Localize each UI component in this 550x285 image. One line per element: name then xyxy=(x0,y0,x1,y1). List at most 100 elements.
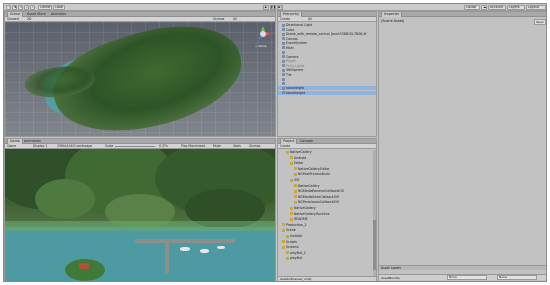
project-item-label: Android xyxy=(294,155,307,160)
project-create-button[interactable]: Create xyxy=(280,144,290,149)
project-subbar: Create xyxy=(278,144,376,149)
project-item-label: NativeGallery.Editor xyxy=(298,166,330,171)
project-item-label: NativeGallery xyxy=(290,150,312,154)
folder-icon xyxy=(294,200,297,204)
project-item[interactable]: NativeGallery.Editor xyxy=(278,167,373,171)
hierarchy-item[interactable] xyxy=(278,50,376,54)
hierarchy-item-label: Main xyxy=(286,45,294,50)
boat xyxy=(180,247,190,251)
gameobject-icon xyxy=(282,23,285,27)
gameobject-icon xyxy=(282,64,285,67)
project-item[interactable]: NativeGallery xyxy=(278,184,373,188)
project-item-label: playBut xyxy=(290,256,303,261)
hierarchy-item[interactable]: Directional Light xyxy=(278,23,376,27)
project-item-label: Editor xyxy=(294,161,304,166)
move-tool-icon[interactable]: ✥ xyxy=(12,5,17,10)
step-icon[interactable]: ▶| xyxy=(277,5,283,10)
folder-icon xyxy=(294,189,297,193)
gameobject-icon xyxy=(282,37,285,40)
hierarchy-item[interactable]: Player xyxy=(278,59,376,63)
hierarchy-item[interactable]: Cube xyxy=(278,28,376,32)
hierarchy-item[interactable]: Tile xyxy=(278,73,376,77)
project-item[interactable]: playBut xyxy=(278,256,373,260)
gameobject-icon xyxy=(282,86,285,90)
project-item[interactable]: Scripts xyxy=(278,240,373,244)
hierarchy-item[interactable] xyxy=(278,77,376,81)
project-item[interactable]: Android xyxy=(278,156,373,160)
folder-icon xyxy=(286,256,289,260)
project-item[interactable]: NativeGallery xyxy=(278,206,373,210)
folder-icon xyxy=(294,167,297,171)
collab-button[interactable]: Collab xyxy=(464,5,480,10)
asset-bundle-dropdown[interactable]: None xyxy=(447,275,487,280)
project-item[interactable]: NGPermissionCallbackiOS xyxy=(278,200,373,204)
project-item[interactable]: Production_2 xyxy=(278,223,373,227)
gameobject-icon xyxy=(282,77,285,81)
gameobject-icon xyxy=(282,91,285,94)
project-item[interactable]: NativeGallery.Runtime xyxy=(278,212,373,216)
project-item[interactable]: playBut_2 xyxy=(278,251,373,255)
hierarchy-item[interactable] xyxy=(278,82,376,86)
gameobject-icon xyxy=(282,82,285,85)
project-item-label: NGPostProcessBuild xyxy=(298,172,330,177)
layout-button[interactable]: Layout xyxy=(526,5,546,10)
project-item[interactable]: Instiate xyxy=(278,234,373,238)
folder-icon xyxy=(290,161,293,165)
hierarchy-item[interactable]: EventSystem xyxy=(278,41,376,45)
folder-icon xyxy=(290,206,293,210)
project-item-label: playBut_2 xyxy=(290,250,306,255)
hierarchy-item[interactable]: Main xyxy=(278,46,376,50)
project-item[interactable]: Screens xyxy=(278,245,373,249)
layers-button[interactable]: Layers xyxy=(507,5,525,10)
gameobject-icon xyxy=(282,46,285,49)
pause-icon[interactable]: ❚❚ xyxy=(270,5,276,10)
play-icon[interactable]: ▶ xyxy=(263,5,269,10)
asset-labels-header[interactable]: Asset Labels xyxy=(379,265,546,270)
game-panel: Game Animation Game Display 1 2560x1440 … xyxy=(4,138,276,281)
hierarchy-item[interactable]: stoneleight xyxy=(278,86,376,90)
pivot-center-button[interactable]: Center xyxy=(38,5,52,10)
hierarchy-item[interactable]: 360Sphere xyxy=(278,68,376,72)
inspector-open-button[interactable]: Open xyxy=(534,19,546,25)
folder-icon xyxy=(286,150,289,154)
project-item[interactable]: NativeGallery xyxy=(278,150,373,154)
gizmo-axis-icon[interactable] xyxy=(255,26,271,42)
hierarchy-create-button[interactable]: Create xyxy=(280,17,290,22)
hierarchy-item-label: stoneleight xyxy=(286,86,304,90)
asset-bundle-row: AssetBundle None None xyxy=(379,274,546,280)
project-item[interactable]: README xyxy=(278,217,373,221)
project-item[interactable]: Editor xyxy=(278,161,373,165)
gameobject-icon xyxy=(282,59,285,63)
pivot-local-button[interactable]: Local xyxy=(53,5,65,10)
hierarchy-item[interactable]: Point Lights xyxy=(278,64,376,68)
tab-inspector[interactable]: Inspector xyxy=(381,12,403,17)
project-item[interactable]: iOS xyxy=(278,178,373,182)
rotate-tool-icon[interactable]: ↻ xyxy=(18,5,23,10)
project-item[interactable]: NGMediaReceiveCallbackiOS xyxy=(278,189,373,193)
folder-icon xyxy=(294,172,297,176)
project-scrollbar[interactable] xyxy=(373,150,376,276)
scale-slider[interactable] xyxy=(115,146,155,147)
hierarchy-search-input[interactable]: All xyxy=(308,17,312,22)
hierarchy-item[interactable]: Camera xyxy=(278,55,376,59)
hierarchy-item[interactable]: stoneheight xyxy=(278,90,376,95)
scale-tool-icon[interactable]: ⤢ xyxy=(24,5,29,10)
asset-variant-dropdown[interactable]: None xyxy=(497,275,537,280)
persp-label[interactable]: < Persp xyxy=(255,44,267,48)
project-item[interactable]: NGPostProcessBuild xyxy=(278,172,373,176)
project-item[interactable]: Scene xyxy=(278,228,373,232)
hand-tool-icon[interactable]: ✋ xyxy=(6,5,11,10)
rect-tool-icon[interactable]: ▭ xyxy=(30,5,35,10)
cloud-icon[interactable]: ☁ xyxy=(481,5,487,10)
hierarchy-item-label: Directional Light xyxy=(286,23,313,27)
project-item-label: NGMediaReceiveCallbackiOS xyxy=(298,189,344,194)
scene-viewport[interactable]: < Persp xyxy=(5,22,275,136)
game-viewport[interactable] xyxy=(5,149,275,281)
project-item-label: NativeGallery xyxy=(294,206,316,210)
inspector-tabbar: Inspector xyxy=(379,12,546,17)
hierarchy-item[interactable]: Drone_with_remote_control [bush338DCN-78… xyxy=(278,32,376,36)
project-item[interactable]: NGMediaSaveCallbackiOS xyxy=(278,195,373,199)
account-button[interactable]: Account xyxy=(488,5,506,10)
project-scroll-thumb[interactable] xyxy=(373,220,376,270)
hierarchy-item[interactable]: Canvas xyxy=(278,37,376,41)
